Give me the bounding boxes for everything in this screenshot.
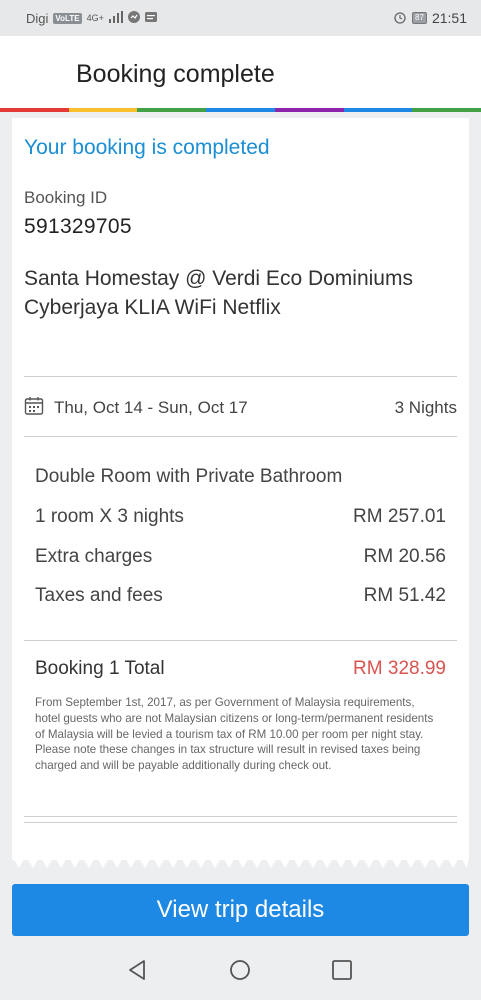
rainbow-segment-green-2 bbox=[412, 108, 481, 112]
status-bar: Digi VoLTE 4G+ 87 21:51 bbox=[0, 0, 481, 36]
price-row-extra-charges: Extra charges RM 20.56 bbox=[35, 546, 446, 568]
stay-dates: Thu, Oct 14 - Sun, Oct 17 bbox=[24, 396, 248, 421]
notification-icon bbox=[127, 10, 140, 26]
battery-level: 87 bbox=[412, 12, 427, 24]
status-right: 87 21:51 bbox=[393, 10, 467, 27]
confirmation-heading: Your booking is completed bbox=[24, 136, 270, 159]
message-icon bbox=[144, 11, 157, 26]
line-item-label: 1 room X 3 nights bbox=[35, 506, 184, 527]
network-type: 4G+ bbox=[86, 13, 104, 23]
stay-dates-text: Thu, Oct 14 - Sun, Oct 17 bbox=[54, 398, 248, 417]
booking-card: Your booking is completed Booking ID 591… bbox=[12, 118, 469, 860]
total-row: Booking 1 Total RM 328.99 bbox=[35, 658, 446, 680]
booking-id-value: 591329705 bbox=[24, 215, 132, 238]
rainbow-segment-purple bbox=[274, 108, 344, 112]
recents-square-icon[interactable] bbox=[328, 956, 356, 984]
divider bbox=[24, 640, 457, 641]
view-trip-details-button[interactable]: View trip details bbox=[12, 884, 469, 936]
system-nav-bar bbox=[0, 940, 481, 1000]
status-left: Digi VoLTE 4G+ bbox=[26, 10, 157, 26]
total-value: RM 328.99 bbox=[353, 658, 446, 679]
price-row-taxes: Taxes and fees RM 51.42 bbox=[35, 585, 446, 607]
double-divider bbox=[24, 816, 457, 823]
card-zigzag-edge bbox=[12, 856, 469, 868]
volte-badge: VoLTE bbox=[53, 12, 82, 24]
signal-icon bbox=[108, 10, 123, 26]
rainbow-segment-green bbox=[137, 108, 207, 112]
line-item-label: Extra charges bbox=[35, 546, 153, 567]
divider bbox=[24, 436, 457, 437]
carrier-label: Digi bbox=[26, 10, 49, 26]
rainbow-divider bbox=[0, 108, 481, 112]
rainbow-segment-blue bbox=[206, 108, 275, 112]
line-item-value: RM 51.42 bbox=[363, 585, 446, 606]
total-label: Booking 1 Total bbox=[35, 658, 165, 679]
home-circle-icon[interactable] bbox=[226, 956, 254, 984]
clock: 21:51 bbox=[431, 10, 467, 26]
price-row-room: 1 room X 3 nights RM 257.01 bbox=[35, 506, 446, 528]
line-item-value: RM 20.56 bbox=[363, 546, 446, 567]
rainbow-segment-blue-2 bbox=[343, 108, 413, 112]
hotel-name: Santa Homestay @ Verdi Eco Dominiums Cyb… bbox=[24, 267, 413, 319]
nights-count: 3 Nights bbox=[394, 398, 457, 417]
booking-id-label: Booking ID bbox=[24, 188, 108, 207]
line-item-value: RM 257.01 bbox=[353, 506, 446, 527]
line-item-label: Taxes and fees bbox=[35, 585, 163, 606]
back-triangle-icon[interactable] bbox=[124, 956, 152, 984]
page-title: Booking complete bbox=[76, 60, 275, 88]
stay-dates-row: Thu, Oct 14 - Sun, Oct 17 3 Nights bbox=[24, 395, 457, 421]
room-type: Double Room with Private Bathroom bbox=[35, 466, 343, 487]
alarm-icon bbox=[393, 10, 407, 27]
rainbow-segment-yellow bbox=[68, 108, 138, 112]
tourism-tax-note: From September 1st, 2017, as per Governm… bbox=[35, 696, 434, 773]
app-bar: Booking complete bbox=[0, 36, 481, 112]
calendar-icon bbox=[24, 396, 44, 421]
rainbow-segment-red bbox=[0, 108, 69, 112]
divider bbox=[24, 376, 457, 377]
